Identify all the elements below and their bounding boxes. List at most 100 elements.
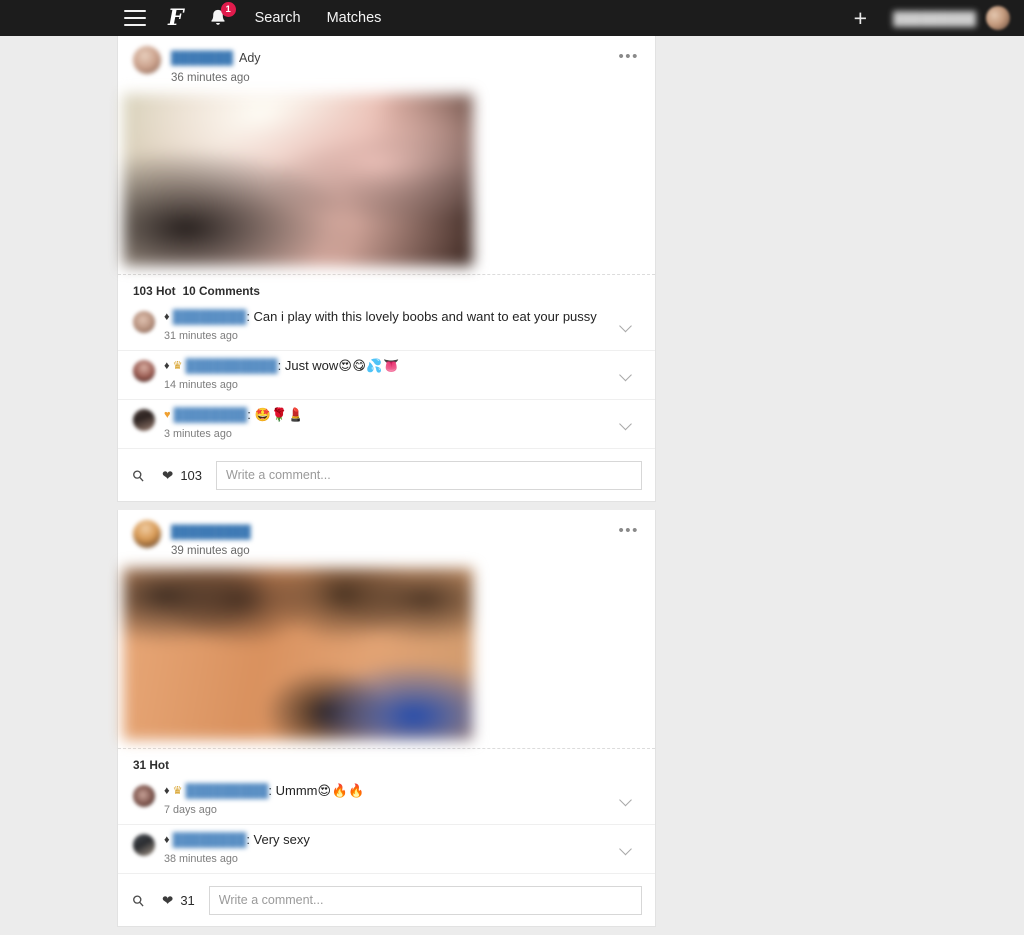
comment-line: ♦ ████████: Very sexy: [164, 831, 310, 847]
like-count: 31: [180, 892, 195, 908]
chevron-down-icon[interactable]: [619, 795, 633, 804]
nav-right-group: + █████████: [854, 0, 1024, 36]
post-image[interactable]: [123, 94, 473, 267]
crown-badge-icon: ♛: [172, 784, 183, 797]
crown-badge-icon: ♛: [172, 360, 183, 373]
account-username[interactable]: █████████: [893, 11, 976, 26]
comment-author-avatar[interactable]: [133, 833, 155, 856]
post-author-realname: Ady: [239, 51, 261, 65]
comment-author-username[interactable]: ██████████: [186, 358, 278, 373]
comment-emoji: 😍🔥🔥: [317, 783, 365, 799]
comment-composer: ⚲ ❤ 31: [118, 875, 655, 926]
comment-author-username[interactable]: █████████: [186, 783, 269, 798]
post-hot-count: 103 Hot: [133, 284, 176, 299]
pin-icon[interactable]: ⚲: [129, 890, 151, 912]
comment-author-username[interactable]: ████████: [173, 832, 247, 847]
comment-line: ♥ ████████: 🤩🌹💄: [164, 406, 305, 423]
chevron-down-icon[interactable]: [619, 844, 633, 853]
post-author-username[interactable]: ███████: [171, 50, 233, 67]
post-options-icon[interactable]: •••: [618, 49, 639, 64]
comment-text: Very sexy: [253, 831, 310, 847]
comment-timestamp: 14 minutes ago: [164, 378, 238, 391]
comment-line: ♦ ♛ █████████: Ummm😍🔥🔥: [164, 782, 365, 799]
post-options-icon[interactable]: •••: [618, 523, 639, 538]
comment-list: ♦ ████████: Can i play with this lovely b…: [118, 302, 655, 451]
comment-author-username[interactable]: ████████: [173, 309, 247, 324]
post-card: ███████ Ady 36 minutes ago ••• 103 Hot 10 …: [117, 36, 656, 502]
comment-body: ♦ ♛ █████████: Ummm😍🔥🔥 7 days ago: [164, 783, 405, 817]
like-count: 103: [180, 467, 203, 483]
comment-emoji: 🤩🌹💄: [254, 407, 305, 423]
nav-link-matches[interactable]: Matches: [327, 10, 382, 26]
like-button[interactable]: ❤ 31: [162, 893, 195, 908]
comment-author-avatar[interactable]: [133, 360, 155, 383]
heart-icon: ❤: [162, 892, 174, 908]
chevron-down-icon[interactable]: [619, 370, 633, 379]
pin-icon[interactable]: ⚲: [129, 465, 151, 487]
comment-emoji: 😍😋💦👅: [338, 359, 400, 375]
comment-item: ♦ ████████: Can i play with this lovely b…: [118, 302, 655, 352]
post-comment-count: 10 Comments: [182, 284, 260, 299]
gem-badge-icon: ♦: [164, 833, 170, 846]
nav-left-group: F 1 Search Matches: [0, 0, 381, 36]
comment-input[interactable]: [208, 885, 642, 915]
comment-line: ♦ ♛ ██████████: Just wow😍😋💦👅: [164, 358, 400, 375]
comment-timestamp: 31 minutes ago: [164, 330, 238, 342]
comment-author-avatar[interactable]: [133, 784, 155, 807]
account-avatar[interactable]: [986, 6, 1010, 30]
comment-author-username[interactable]: ████████: [174, 407, 248, 422]
hamburger-line: [124, 16, 146, 20]
post-author-line: █████████: [171, 521, 257, 543]
brand-logo-icon[interactable]: F: [168, 7, 184, 29]
chevron-down-icon[interactable]: [619, 322, 633, 331]
notifications-bell-icon[interactable]: 1: [207, 2, 236, 29]
gem-badge-icon: ♦: [164, 360, 170, 373]
envelope-heart-badge-icon: ♥: [164, 408, 171, 421]
post-media-wrap: [118, 567, 655, 748]
comment-item: ♦ ████████: Very sexy 38 minutes ago: [118, 825, 655, 874]
create-post-plus-icon[interactable]: +: [854, 7, 867, 30]
comment-body: ♥ ████████: 🤩🌹💄 3 minutes ago: [164, 407, 345, 441]
post-header: ███████ Ady 36 minutes ago •••: [118, 36, 655, 94]
top-navigation-bar: F 1 Search Matches + █████████: [0, 0, 1024, 36]
post-stats-bar: 31 Hot: [118, 747, 655, 776]
post-image[interactable]: [123, 567, 473, 740]
post-feed: ███████ Ady 36 minutes ago ••• 103 Hot 10 …: [117, 36, 656, 935]
comment-list: ♦ ♛ █████████: Ummm😍🔥🔥 7 days ago ♦ ███████…: [118, 776, 655, 876]
chevron-down-icon[interactable]: [619, 419, 633, 428]
post-author-username[interactable]: █████████: [171, 524, 251, 541]
gem-badge-icon: ♦: [164, 784, 170, 797]
post-hot-count: 31 Hot: [133, 757, 170, 772]
post-stats-bar: 103 Hot 10 Comments: [118, 274, 655, 302]
post-author-meta: █████████ 39 minutes ago: [171, 520, 257, 560]
comment-body: ♦ ████████: Can i play with this lovely b…: [164, 309, 637, 343]
like-button[interactable]: ❤ 103: [162, 468, 202, 483]
comment-author-avatar[interactable]: [133, 311, 155, 334]
nav-link-search[interactable]: Search: [255, 10, 301, 26]
comment-item: ♦ ♛ ██████████: Just wow😍😋💦👅 14 minutes ag…: [118, 351, 655, 400]
gem-badge-icon: ♦: [164, 311, 170, 324]
comment-text: Ummm: [275, 782, 318, 798]
heart-icon: ❤: [162, 467, 174, 483]
post-author-avatar[interactable]: [133, 46, 161, 74]
comment-author-avatar[interactable]: [133, 408, 155, 431]
comment-composer: ⚲ ❤ 103: [118, 450, 655, 501]
comment-timestamp: 7 days ago: [164, 803, 217, 816]
comment-body: ♦ ████████: Very sexy 38 minutes ago: [164, 832, 350, 866]
comment-input[interactable]: [216, 460, 642, 490]
comment-timestamp: 3 minutes ago: [164, 427, 232, 440]
post-media-wrap: [118, 94, 655, 274]
post-header: █████████ 39 minutes ago •••: [118, 510, 655, 568]
hamburger-line: [124, 23, 146, 26]
comment-text: Just wow: [284, 358, 339, 374]
hamburger-line: [124, 10, 146, 13]
post-timestamp: 36 minutes ago: [171, 71, 250, 84]
comment-line: ♦ ████████: Can i play with this lovely b…: [164, 309, 597, 325]
post-author-meta: ███████ Ady 36 minutes ago: [171, 46, 261, 86]
comment-body: ♦ ♛ ██████████: Just wow😍😋💦👅 14 minutes ag…: [164, 358, 440, 392]
notification-count-badge: 1: [220, 2, 236, 17]
hamburger-menu-icon[interactable]: [124, 10, 146, 26]
post-card: █████████ 39 minutes ago ••• 31 Hot ♦ ♛ ██…: [117, 509, 656, 927]
comment-item: ♦ ♛ █████████: Ummm😍🔥🔥 7 days ago: [118, 776, 655, 825]
post-author-avatar[interactable]: [133, 519, 161, 548]
